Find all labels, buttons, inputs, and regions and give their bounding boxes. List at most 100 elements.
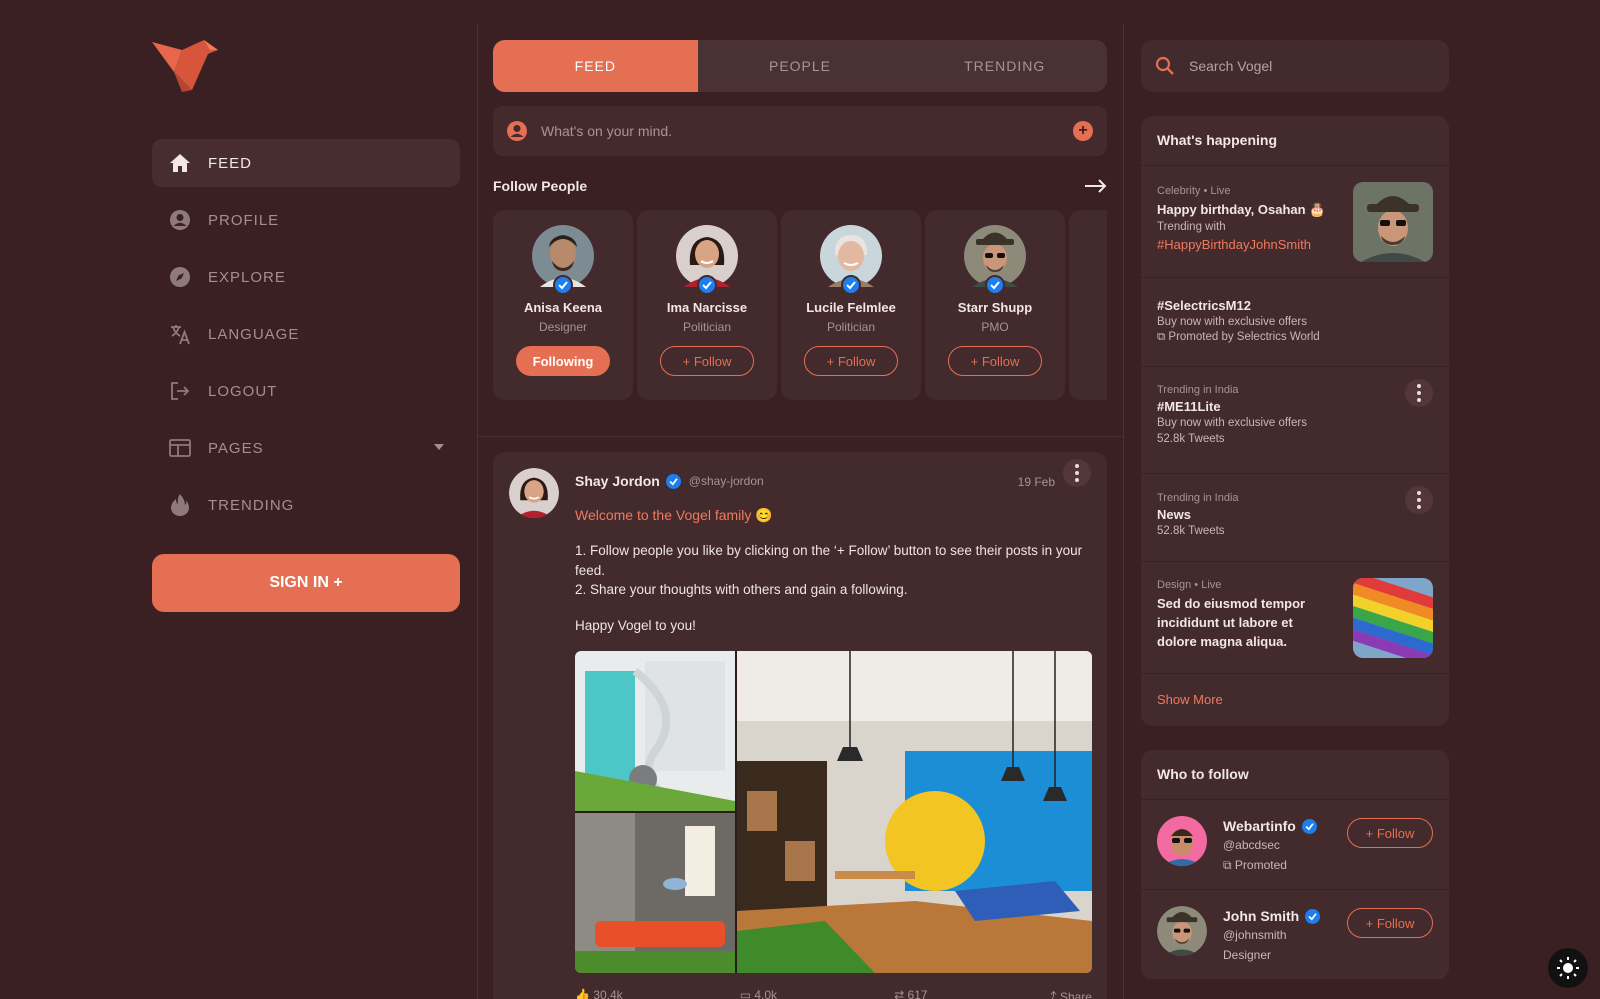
tab-people[interactable]: PEOPLE	[698, 40, 903, 92]
trend-title: News	[1157, 507, 1191, 522]
composer-placeholder[interactable]: What's on your mind.	[541, 123, 672, 139]
bird-logo-icon[interactable]	[152, 40, 218, 92]
search-box[interactable]	[1141, 40, 1449, 92]
suggested-user[interactable]: John Smith @johnsmith Designer + Follow	[1141, 890, 1449, 980]
show-more-link[interactable]: Show More	[1141, 674, 1449, 726]
feed-post: Shay Jordon @shay-jordon 19 Feb Welcome …	[493, 452, 1107, 999]
comment-count: 4.0k	[754, 988, 778, 999]
person-name: Lucile Felmlee	[806, 300, 896, 315]
trend-item[interactable]: Celebrity • Live Happy birthday, Osahan …	[1141, 166, 1449, 278]
follow-button[interactable]: + Follow	[1347, 908, 1433, 938]
nav-item-trending[interactable]: TRENDING	[152, 481, 460, 529]
translate-icon	[169, 323, 191, 345]
avatar[interactable]	[1157, 816, 1207, 866]
comment-action[interactable]: ▭ 4.0k	[740, 988, 777, 999]
follow-people-title: Follow People	[493, 178, 588, 194]
like-action[interactable]: 👍 30.4k	[575, 988, 623, 999]
avatar[interactable]	[964, 225, 1026, 295]
person-card[interactable]: Anisa Keena Designer Following	[493, 210, 633, 400]
people-carousel: Anisa Keena Designer Following Ima Narci…	[493, 210, 1107, 400]
share-label: Share	[1059, 990, 1092, 999]
more-options-icon[interactable]	[1405, 379, 1433, 407]
person-role: Politician	[682, 320, 732, 334]
user-name[interactable]: John Smith	[1223, 908, 1321, 924]
browser-window-icon	[169, 437, 191, 459]
share-action[interactable]: ⤴ Share	[1045, 988, 1092, 999]
user-name-text: Webartinfo	[1223, 818, 1296, 834]
post-image-gallery[interactable]	[575, 651, 1092, 973]
avatar[interactable]	[820, 225, 882, 295]
trend-item[interactable]: Design • Live Sed do eiusmod tempor inci…	[1141, 562, 1449, 674]
user-subtitle: Promoted	[1234, 858, 1287, 872]
avatar[interactable]	[676, 225, 738, 295]
nav-label: FEED	[208, 154, 253, 172]
person-card[interactable]: Ima Narcisse Politician + Follow	[637, 210, 777, 400]
follow-button[interactable]: + Follow	[660, 346, 754, 376]
person-name: Ima Narcisse	[666, 300, 748, 315]
avatar[interactable]	[509, 468, 559, 518]
add-post-icon[interactable]: +	[1073, 121, 1093, 141]
nav-item-profile[interactable]: PROFILE	[152, 196, 460, 244]
main-nav: FEED PROFILE EXPLORE LANGUAGE LOGOUT PAG…	[152, 139, 460, 538]
post-actions: 👍 30.4k ▭ 4.0k ⇄ 617 ⤴ Share	[575, 988, 1092, 999]
tab-trending[interactable]: TRENDING	[902, 40, 1107, 92]
repost-icon: ⇄	[894, 988, 908, 999]
following-button[interactable]: Following	[516, 346, 610, 376]
nav-label: EXPLORE	[208, 268, 286, 286]
trend-thumbnail[interactable]	[1353, 578, 1433, 658]
arrow-right-icon[interactable]	[1085, 179, 1107, 193]
person-name: Anisa Keena	[523, 300, 603, 315]
theme-toggle-button[interactable]	[1548, 948, 1588, 988]
follow-button[interactable]: + Follow	[1347, 818, 1433, 848]
trend-count: 52.8k Tweets	[1157, 433, 1225, 445]
tab-feed[interactable]: FEED	[493, 40, 698, 92]
person-role: Politician	[826, 320, 876, 334]
more-options-icon[interactable]	[1405, 486, 1433, 514]
gallery-image-1	[575, 651, 735, 811]
trend-item[interactable]: #SelectricsM12 Buy now with exclusive of…	[1141, 278, 1449, 367]
card-title: Who to follow	[1141, 750, 1449, 800]
person-role: Designer	[538, 320, 588, 334]
home-icon	[169, 152, 191, 174]
repost-action[interactable]: ⇄ 617	[894, 988, 927, 999]
search-input[interactable]	[1189, 58, 1429, 74]
post-author[interactable]: Shay Jordon @shay-jordon	[575, 473, 764, 489]
feed-divider	[477, 436, 1123, 437]
trend-item[interactable]: Trending in India #ME11Lite Buy now with…	[1141, 367, 1449, 474]
trend-title: Sed do eiusmod tempor incididunt ut labo…	[1157, 596, 1306, 649]
person-card-partial[interactable]	[1069, 210, 1107, 400]
nav-item-language[interactable]: LANGUAGE	[152, 310, 460, 358]
nav-item-pages[interactable]: PAGES	[152, 424, 460, 472]
follow-people-header: Follow People	[493, 178, 1107, 194]
author-handle[interactable]: @shay-jordon	[689, 474, 764, 488]
follow-button[interactable]: + Follow	[948, 346, 1042, 376]
verified-badge-icon	[1301, 818, 1317, 834]
person-card[interactable]: Lucile Felmlee Politician + Follow	[781, 210, 921, 400]
nav-item-explore[interactable]: EXPLORE	[152, 253, 460, 301]
trend-item[interactable]: Trending in India News 52.8k Tweets	[1141, 474, 1449, 562]
nav-label: PAGES	[208, 439, 264, 457]
more-options-icon[interactable]	[1063, 459, 1091, 487]
verified-badge-icon	[1305, 908, 1321, 924]
person-card[interactable]: Starr Shupp PMO + Follow	[925, 210, 1065, 400]
trend-thumbnail[interactable]	[1353, 182, 1433, 262]
avatar[interactable]	[1157, 906, 1207, 956]
card-title: What's happening	[1141, 116, 1449, 166]
share-icon: ⤴	[1044, 990, 1060, 999]
user-name[interactable]: Webartinfo	[1223, 818, 1317, 834]
post-composer[interactable]: What's on your mind. +	[493, 106, 1107, 156]
sign-in-button[interactable]: SIGN IN +	[152, 554, 460, 612]
suggested-user[interactable]: Webartinfo @abcdsec ⧉ Promoted + Follow	[1141, 800, 1449, 890]
promoted-label: ⧉ Promoted by Selectrics World	[1157, 331, 1433, 344]
person-name: Starr Shupp	[957, 300, 1033, 315]
trend-count: 52.8k Tweets	[1157, 525, 1225, 537]
follow-button[interactable]: + Follow	[804, 346, 898, 376]
sun-icon	[1557, 957, 1579, 979]
main-column: FEED PEOPLE TRENDING What's on your mind…	[493, 40, 1107, 400]
external-link-icon: ⧉	[1223, 858, 1235, 872]
nav-item-logout[interactable]: LOGOUT	[152, 367, 460, 415]
avatar[interactable]	[532, 225, 594, 295]
author-name[interactable]: Shay Jordon	[575, 473, 660, 489]
search-icon	[1155, 56, 1174, 75]
nav-item-feed[interactable]: FEED	[152, 139, 460, 187]
